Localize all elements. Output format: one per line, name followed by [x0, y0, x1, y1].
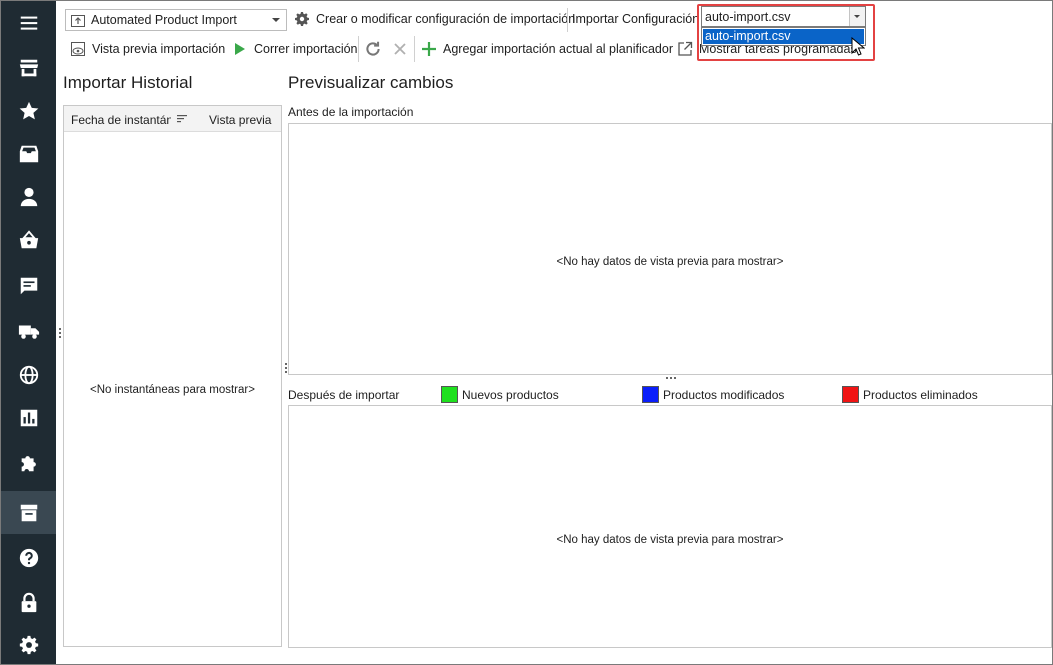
app-window: Automated Product Import Crear o modific… — [0, 0, 1053, 665]
cancel-button[interactable] — [392, 41, 414, 57]
run-import-button[interactable]: Correr importación — [232, 41, 358, 57]
legend-deleted-products: Productos eliminados — [842, 386, 978, 403]
history-empty-message: <No instantáneas para mostrar> — [90, 384, 255, 396]
profile-value: Automated Product Import — [91, 13, 237, 27]
upload-icon — [71, 15, 85, 27]
store-icon[interactable] — [1, 46, 56, 89]
history-header: Fecha de instantánea Vista previa — [64, 106, 281, 132]
before-import-panel: <No hay datos de vista previa para mostr… — [288, 123, 1052, 375]
preview-icon — [71, 42, 85, 56]
chevron-down-icon — [272, 18, 280, 22]
legend-swatch — [842, 386, 859, 403]
toolbar-top: Automated Product Import Crear o modific… — [56, 6, 1052, 34]
column-preview[interactable]: Vista previa — [209, 113, 271, 127]
plus-icon — [422, 42, 436, 56]
column-snapshot-date[interactable]: Fecha de instantánea — [71, 113, 171, 127]
import-box-icon[interactable] — [1, 491, 56, 534]
help-icon[interactable] — [1, 536, 56, 579]
legend-swatch — [642, 386, 659, 403]
create-config-button[interactable]: Crear o modificar configuración de impor… — [294, 11, 575, 27]
sidebar — [1, 1, 56, 664]
after-import-label: Después de importar — [288, 388, 400, 402]
add-scheduler-button[interactable]: Agregar importación actual al planificad… — [421, 41, 673, 57]
import-config-label: Importar Configuración — [572, 12, 700, 26]
basket-icon[interactable] — [1, 218, 56, 261]
chat-icon[interactable] — [1, 264, 56, 307]
menu-icon[interactable] — [1, 1, 56, 44]
legend-swatch — [441, 386, 458, 403]
chart-icon[interactable] — [1, 396, 56, 439]
profile-select[interactable]: Automated Product Import — [65, 9, 287, 31]
legend-label: Nuevos productos — [462, 387, 559, 402]
before-empty-message: <No hay datos de vista previa para mostr… — [556, 256, 784, 268]
lock-icon[interactable] — [1, 581, 56, 624]
highlight-annotation — [697, 4, 875, 61]
play-icon — [235, 43, 245, 55]
splitter-handle[interactable] — [59, 328, 61, 338]
toolbar-divider — [567, 8, 568, 32]
splitter-handle[interactable] — [285, 363, 287, 373]
toolbar-divider — [358, 36, 359, 62]
refresh-button[interactable] — [364, 40, 388, 58]
mouse-cursor-icon — [851, 37, 865, 56]
legend-label: Productos modificados — [663, 387, 785, 402]
after-import-panel: <No hay datos de vista previa para mostr… — [288, 405, 1052, 648]
gear-icon[interactable] — [1, 623, 56, 664]
preview-import-label: Vista previa importación — [92, 42, 226, 56]
main-area: Automated Product Import Crear o modific… — [56, 1, 1052, 664]
toolbar-divider — [414, 36, 415, 62]
user-icon[interactable] — [1, 175, 56, 218]
legend-label: Productos eliminados — [863, 387, 978, 402]
create-config-label: Crear o modificar configuración de impor… — [316, 12, 576, 26]
star-icon[interactable] — [1, 89, 56, 132]
inbox-icon[interactable] — [1, 132, 56, 175]
preview-title: Previsualizar cambios — [288, 73, 454, 92]
refresh-icon — [366, 41, 380, 56]
external-link-icon — [678, 41, 693, 56]
history-title: Importar Historial — [63, 73, 193, 92]
sort-icon[interactable] — [177, 115, 187, 123]
legend-modified-products: Productos modificados — [642, 386, 784, 403]
truck-icon[interactable] — [1, 309, 56, 352]
before-import-label: Antes de la importación — [288, 105, 414, 119]
puzzle-icon[interactable] — [1, 441, 56, 484]
after-empty-message: <No hay datos de vista previa para mostr… — [556, 534, 784, 546]
preview-import-button[interactable]: Vista previa importación — [70, 41, 225, 57]
run-import-label: Correr importación — [254, 42, 358, 56]
toolbar-bottom: Vista previa importación Correr importac… — [56, 36, 1052, 62]
globe-icon[interactable] — [1, 353, 56, 396]
splitter-handle[interactable] — [666, 377, 676, 379]
add-scheduler-label: Agregar importación actual al planificad… — [443, 42, 673, 56]
gear-icon — [295, 12, 309, 26]
legend-new-products: Nuevos productos — [441, 386, 559, 403]
history-panel: Fecha de instantánea Vista previa <No in… — [63, 105, 282, 647]
close-icon — [394, 43, 406, 55]
